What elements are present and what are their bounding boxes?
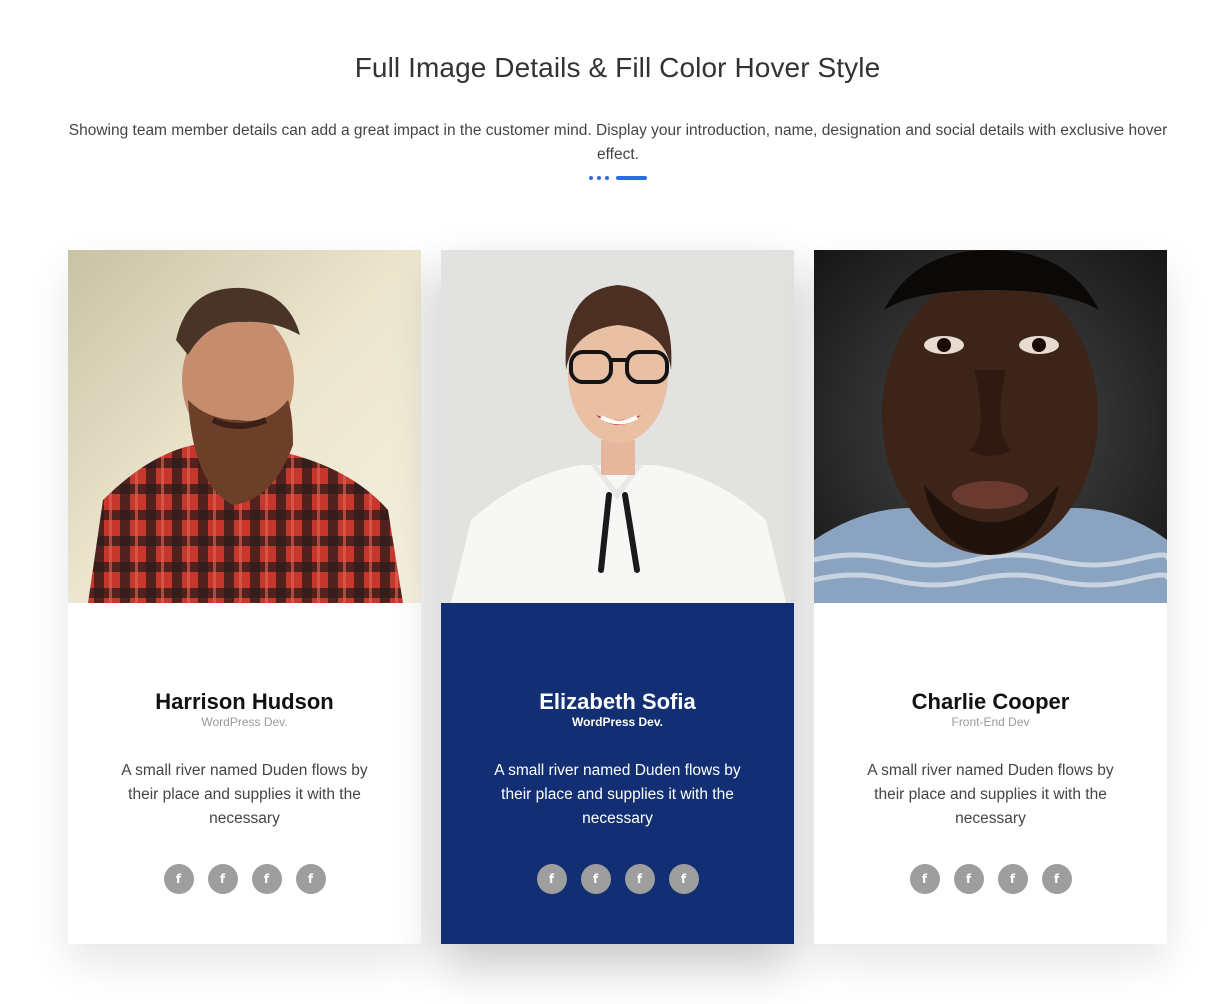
team-card-charlie[interactable]: Charlie Cooper Front-End Dev A small riv… [814,250,1167,944]
facebook-icon[interactable]: f [997,864,1028,894]
facebook-icon[interactable]: f [207,864,238,894]
member-photo [814,250,1167,603]
facebook-icon[interactable]: f [536,864,567,894]
member-role: Front-End Dev [951,715,1030,729]
member-bio: A small river named Duden flows by their… [121,762,368,827]
team-card-harrison[interactable]: Harrison Hudson WordPress Dev. A small r… [68,250,421,944]
facebook-icon[interactable]: f [953,864,984,894]
member-role: WordPress Dev. [201,715,288,729]
social-links: f f f f [814,864,1167,894]
member-name: Elizabeth Sofia [539,689,696,714]
facebook-icon[interactable]: f [251,864,282,894]
divider-dot [589,176,593,180]
member-bio: A small river named Duden flows by their… [867,762,1114,827]
card-info: Harrison Hudson WordPress Dev. A small r… [68,603,421,944]
facebook-icon[interactable]: f [1041,864,1072,894]
section-title: Full Image Details & Fill Color Hover St… [354,52,881,83]
member-bio: A small river named Duden flows by their… [494,762,741,827]
card-info: Charlie Cooper Front-End Dev A small riv… [814,603,1167,944]
member-name: Harrison Hudson [155,689,334,714]
facebook-icon[interactable]: f [909,864,940,894]
facebook-icon[interactable]: f [295,864,326,894]
member-photo [441,250,794,603]
member-photo [68,250,421,603]
team-card-elizabeth[interactable]: Elizabeth Sofia WordPress Dev. A small r… [441,250,794,944]
social-links: f f f f [441,864,794,894]
divider-bar [616,176,647,180]
title-divider [589,175,649,180]
member-role: WordPress Dev. [572,715,663,729]
card-info: Elizabeth Sofia WordPress Dev. A small r… [441,603,794,944]
social-links: f f f f [68,864,421,894]
divider-dot [597,176,601,180]
divider-dot [605,176,609,180]
facebook-icon[interactable]: f [580,864,611,894]
facebook-icon[interactable]: f [668,864,699,894]
facebook-icon[interactable]: f [624,864,655,894]
facebook-icon[interactable]: f [163,864,194,894]
member-name: Charlie Cooper [911,689,1070,714]
section-description: Showing team member details can add a gr… [68,122,1168,163]
